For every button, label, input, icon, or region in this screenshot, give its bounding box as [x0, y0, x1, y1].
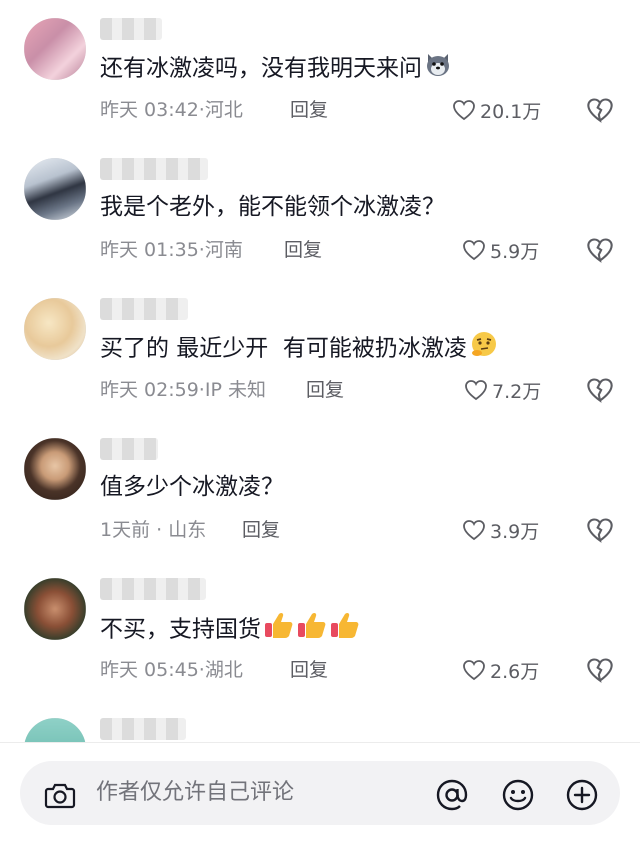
heart-icon [463, 240, 485, 261]
comment-time: 昨天 03:42 [100, 99, 199, 121]
username-blurred[interactable] [100, 718, 186, 740]
comment-location: IP 未知 [204, 379, 266, 401]
comment-input-placeholder: 作者仅允许自己评论 [96, 780, 295, 805]
avatar[interactable] [24, 438, 86, 500]
comment-meta: 昨天 02:59·IP 未知 [100, 379, 266, 401]
username-blurred[interactable] [100, 18, 162, 40]
broken-heart-icon [587, 238, 613, 263]
comment-text-content: 不买，支持国货 [100, 616, 261, 643]
broken-heart-icon [587, 658, 613, 683]
dislike-button[interactable] [586, 516, 614, 544]
avatar[interactable] [24, 18, 86, 80]
comment-text: 值多少个冰激凌？ [100, 470, 284, 504]
comment-time: 昨天 02:59 [100, 379, 199, 401]
heart-icon [453, 100, 475, 121]
comment-time: 昨天 01:35 [100, 239, 199, 261]
comment-location: 山东 [168, 519, 207, 541]
like-count: 7.2万 [492, 380, 542, 403]
reply-button[interactable]: 回复 [290, 96, 328, 124]
comment-text: 不买，支持国货 [100, 610, 363, 650]
username-blurred[interactable] [100, 438, 158, 460]
comment-location: 河北 [204, 99, 243, 121]
reply-button[interactable]: 回复 [306, 376, 344, 404]
broken-heart-icon [587, 518, 613, 543]
comment-text-content: 我是个老外，能不能领个冰激凌？ [100, 194, 445, 220]
reply-button[interactable]: 回复 [284, 236, 322, 264]
dislike-button[interactable] [586, 376, 614, 404]
reply-button[interactable]: 回复 [290, 656, 328, 684]
heart-icon [465, 380, 487, 401]
comment-text-content: 值多少个冰激凌？ [100, 474, 284, 500]
like-button[interactable]: 7.2万 [464, 376, 541, 404]
mention-icon[interactable] [434, 777, 470, 813]
username-blurred[interactable] [100, 298, 188, 320]
emoji-icon[interactable] [500, 777, 536, 813]
comment-time: 昨天 05:45 [100, 659, 199, 681]
dislike-button[interactable] [586, 656, 614, 684]
comment-text-content: 还有冰激凌吗，没有我明天来问 [100, 55, 422, 82]
comment-meta: 昨天 05:45·湖北 [100, 659, 243, 681]
like-button[interactable]: 20.1万 [452, 96, 541, 124]
like-count: 20.1万 [480, 100, 542, 123]
avatar[interactable] [24, 578, 86, 640]
comment-meta: 昨天 03:42·河北 [100, 99, 243, 121]
username-blurred[interactable] [100, 158, 208, 180]
comment-text: 我是个老外，能不能领个冰激凌？ [100, 190, 445, 224]
comment-location: 湖北 [204, 659, 243, 681]
add-icon[interactable] [564, 777, 600, 813]
dislike-button[interactable] [586, 236, 614, 264]
like-button[interactable]: 2.6万 [462, 656, 539, 684]
camera-icon[interactable] [42, 777, 78, 813]
avatar[interactable] [24, 158, 86, 220]
comment-text-content: 买了的 最近少开 有可能被扔冰激凌 [100, 335, 467, 362]
thinking-emoji-icon [469, 330, 499, 368]
like-count: 5.9万 [490, 240, 540, 263]
comment-text: 买了的 最近少开 有可能被扔冰激凌 [100, 330, 499, 368]
heart-icon [463, 520, 485, 541]
reply-button[interactable]: 回复 [242, 516, 280, 544]
like-count: 2.6万 [490, 660, 540, 683]
heart-icon [463, 660, 485, 681]
dislike-button[interactable] [586, 96, 614, 124]
like-count: 3.9万 [490, 520, 540, 543]
comment-meta: 1天前 · 山东 [100, 519, 207, 541]
broken-heart-icon [587, 378, 613, 403]
comment-input-bar: 作者仅允许自己评论 [0, 742, 640, 841]
comment-location: 河南 [204, 239, 243, 261]
wolf-emoji-icon [424, 50, 452, 88]
like-button[interactable]: 5.9万 [462, 236, 539, 264]
like-button[interactable]: 3.9万 [462, 516, 539, 544]
comment-text: 还有冰激凌吗，没有我明天来问 [100, 50, 452, 88]
comment-meta: 昨天 01:35·河南 [100, 239, 243, 261]
thumbs-up-icon [263, 610, 363, 650]
avatar[interactable] [24, 298, 86, 360]
comment-time: 1天前 [100, 519, 151, 541]
broken-heart-icon [587, 98, 613, 123]
username-blurred[interactable] [100, 578, 206, 600]
